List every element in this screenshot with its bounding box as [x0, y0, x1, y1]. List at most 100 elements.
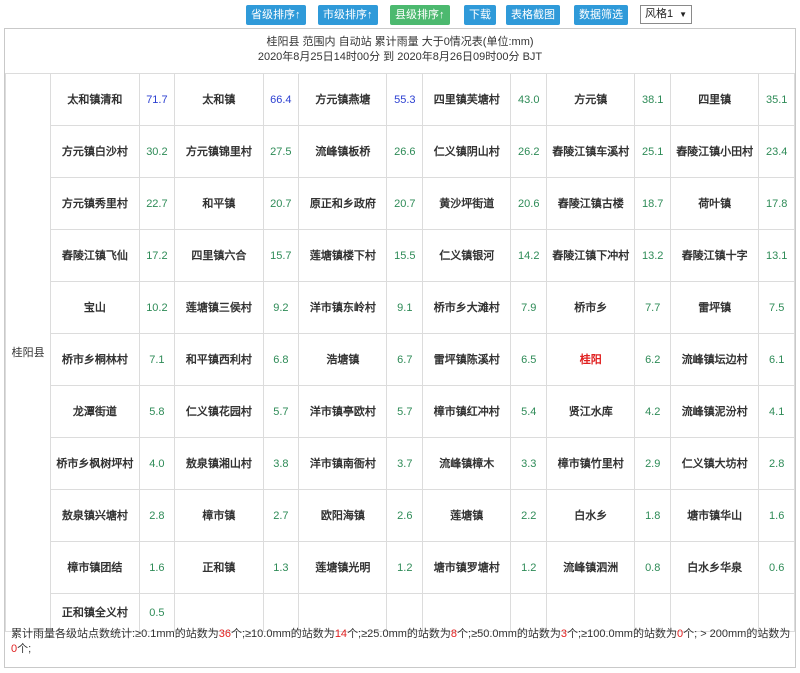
province-sort-button[interactable]: 省级排序↑	[246, 5, 306, 25]
rainfall-value: 7.7	[634, 281, 672, 334]
county-sort-button[interactable]: 县级排序↑	[390, 5, 450, 25]
station-name: 四里镇六合	[174, 229, 264, 282]
station-name: 流峰镇泗洲	[546, 541, 636, 594]
station-name: 樟市镇红冲村	[422, 385, 512, 438]
rainfall-value: 0.5	[138, 593, 176, 632]
summary-text: 累计雨量各级站点数统计:≥0.1mm的站数为	[11, 628, 219, 640]
style-select[interactable]: 风格1 ▼	[640, 5, 692, 24]
station-name: 塘市镇华山	[670, 489, 760, 542]
station-name: 流峰镇坛边村	[670, 333, 760, 386]
rainfall-value: 7.1	[138, 333, 176, 386]
station-name: 贤江水库	[546, 385, 636, 438]
station-name: 和平镇	[174, 177, 264, 230]
station-name: 浩塘镇	[298, 333, 388, 386]
station-name: 舂陵江镇下冲村	[546, 229, 636, 282]
station-name: 洋市镇亭欧村	[298, 385, 388, 438]
rainfall-value	[758, 593, 795, 632]
download-button[interactable]: 下载	[464, 5, 496, 25]
rainfall-value: 4.2	[634, 385, 672, 438]
station-name: 仁义镇大坊村	[670, 437, 760, 490]
station-name: 桂阳	[546, 333, 636, 386]
rainfall-value: 5.4	[510, 385, 548, 438]
station-name: 雷坪镇	[670, 281, 760, 334]
station-name: 流峰镇樟木	[422, 437, 512, 490]
station-name: 龙潭街道	[50, 385, 140, 438]
rainfall-value: 35.1	[758, 73, 795, 126]
station-name: 欧阳海镇	[298, 489, 388, 542]
station-name: 白水乡	[546, 489, 636, 542]
rainfall-value: 3.3	[510, 437, 548, 490]
table-row: 方元镇秀里村 22.7 和平镇 20.7 原正和乡政府 20.7 黄沙坪街道 20.6 舂陵江镇…	[6, 177, 795, 230]
style-select-value: 风格1	[645, 8, 674, 20]
station-name: 桥市乡桐林村	[50, 333, 140, 386]
table-row: 桥市乡枫树坪村 4.0 敖泉镇湘山村 3.8 洋市镇南衙村 3.7 流峰镇樟木 3.3 樟市镇竹…	[6, 437, 795, 490]
rainfall-value: 6.7	[386, 333, 424, 386]
station-name: 太和镇清和	[50, 73, 140, 126]
rainfall-value: 7.5	[758, 281, 795, 334]
rainfall-value: 1.3	[262, 541, 300, 594]
rainfall-value: 6.1	[758, 333, 795, 386]
station-name: 和平镇西利村	[174, 333, 264, 386]
station-name: 方元镇白沙村	[50, 125, 140, 178]
summary-text: 个;≥10.0mm的站数为	[230, 628, 335, 640]
rainfall-value	[262, 593, 300, 632]
station-name: 莲塘镇楼下村	[298, 229, 388, 282]
station-count: 14	[334, 628, 348, 640]
table-row: 桥市乡桐林村 7.1 和平镇西利村 6.8 浩塘镇 6.7 雷坪镇陈溪村 6.5 桂阳 6.2 流峰…	[6, 333, 795, 386]
station-name	[670, 593, 760, 632]
station-name: 方元镇燕塘	[298, 73, 388, 126]
rainfall-value	[386, 593, 424, 632]
rainfall-value: 15.5	[386, 229, 424, 282]
rainfall-value: 43.0	[510, 73, 548, 126]
rainfall-value	[634, 593, 672, 632]
rainfall-value: 10.2	[138, 281, 176, 334]
station-name: 方元镇	[546, 73, 636, 126]
station-name: 正和镇	[174, 541, 264, 594]
rainfall-value: 23.4	[758, 125, 795, 178]
station-name: 仁义镇花园村	[174, 385, 264, 438]
rainfall-value: 2.8	[138, 489, 176, 542]
rainfall-value: 7.9	[510, 281, 548, 334]
table-row: 敖泉镇兴塘村 2.8 樟市镇 2.7 欧阳海镇 2.6 莲塘镇 2.2 白水乡 1.8 塘市镇华山 1…	[6, 489, 795, 542]
rainfall-value: 2.2	[510, 489, 548, 542]
rainfall-value: 1.6	[758, 489, 795, 542]
rainfall-value: 3.7	[386, 437, 424, 490]
rainfall-value: 0.8	[634, 541, 672, 594]
rainfall-value: 13.1	[758, 229, 795, 282]
table-row: 樟市镇团结 1.6 正和镇 1.3 莲塘镇光明 1.2 塘市镇罗塘村 1.2 流峰镇泗洲 0.8 白…	[6, 541, 795, 594]
rainfall-value: 5.7	[262, 385, 300, 438]
station-name: 舂陵江镇车溪村	[546, 125, 636, 178]
rainfall-value: 66.4	[262, 73, 300, 126]
rainfall-value: 22.7	[138, 177, 176, 230]
summary-text: 个;	[17, 643, 32, 655]
rainfall-value: 5.7	[386, 385, 424, 438]
rainfall-value: 14.2	[510, 229, 548, 282]
station-name	[546, 593, 636, 632]
station-name: 敖泉镇兴塘村	[50, 489, 140, 542]
rainfall-value: 9.2	[262, 281, 300, 334]
station-name	[422, 593, 512, 632]
station-name: 洋市镇南衙村	[298, 437, 388, 490]
rainfall-value: 20.7	[262, 177, 300, 230]
rainfall-value: 1.2	[510, 541, 548, 594]
data-filter-button[interactable]: 数据筛选	[574, 5, 628, 25]
rainfall-value: 6.2	[634, 333, 672, 386]
station-name: 桥市乡大滩村	[422, 281, 512, 334]
station-name: 舂陵江镇古楼	[546, 177, 636, 230]
table-row: 桂阳县 太和镇清和 71.7 太和镇 66.4 方元镇燕塘 55.3 四里镇芙塘村 43.0 方元…	[4, 73, 795, 632]
rainfall-value: 27.5	[262, 125, 300, 178]
station-name: 桥市乡枫树坪村	[50, 437, 140, 490]
table-row: 龙潭街道 5.8 仁义镇花园村 5.7 洋市镇亭欧村 5.7 樟市镇红冲村 5.4 贤江水库 4.…	[6, 385, 795, 438]
city-sort-button[interactable]: 市级排序↑	[318, 5, 378, 25]
rainfall-panel: 桂阳县 范围内 自动站 累计雨量 大于0情况表(单位:mm) 2020年8月25…	[4, 28, 796, 668]
table-row: 宝山 10.2 莲塘镇三侯村 9.2 洋市镇东岭村 9.1 桥市乡大滩村 7.9 桥市乡 7.7 雷…	[6, 281, 795, 334]
rainfall-value: 5.8	[138, 385, 176, 438]
rainfall-value: 2.7	[262, 489, 300, 542]
station-name: 莲塘镇	[422, 489, 512, 542]
rainfall-value	[510, 593, 548, 632]
table-row: 正和镇全义村 0.5	[6, 593, 795, 632]
toolbar: 省级排序↑ 市级排序↑ 县级排序↑ 下载 表格截图 数据筛选 风格1 ▼	[0, 3, 800, 25]
table-screenshot-button[interactable]: 表格截图	[506, 5, 560, 25]
title-line-2: 2020年8月25日14时00分 到 2020年8月26日09时00分 BJT	[257, 51, 543, 63]
table-row: 舂陵江镇飞仙 17.2 四里镇六合 15.7 莲塘镇楼下村 15.5 仁义镇银河 14.2 舂陵…	[6, 229, 795, 282]
